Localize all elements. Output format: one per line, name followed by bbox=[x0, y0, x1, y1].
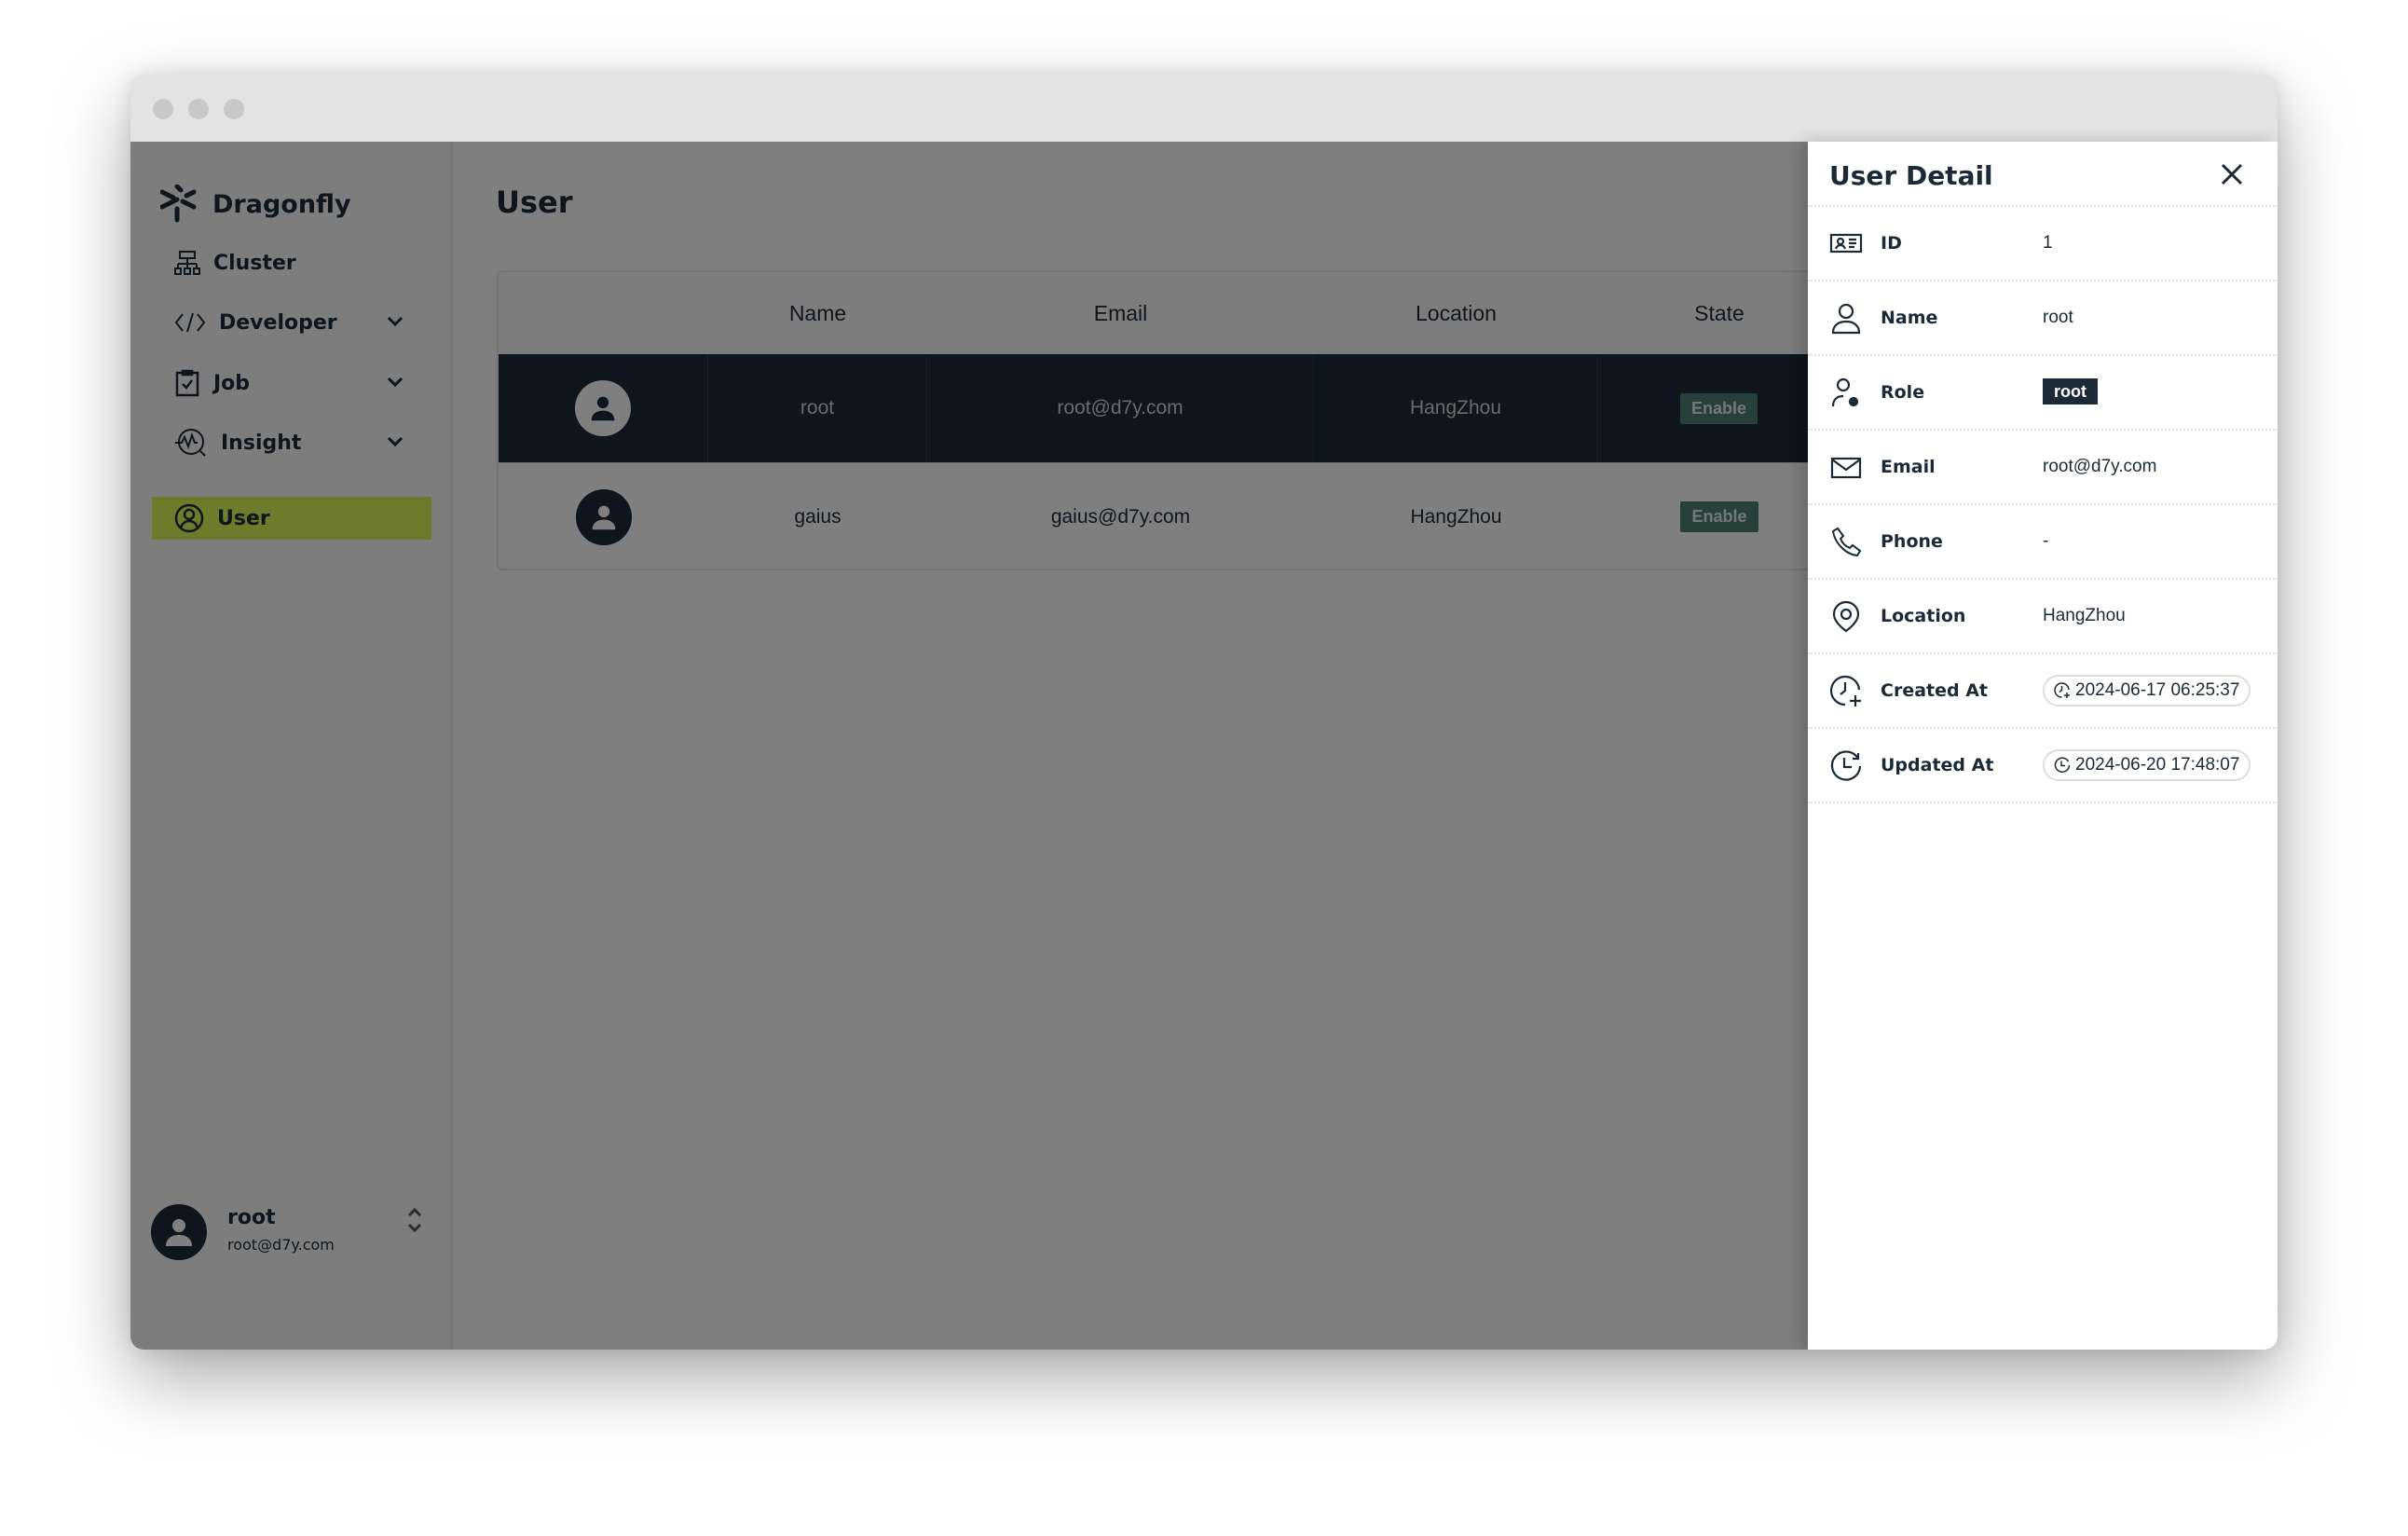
clock-refresh-icon bbox=[2054, 757, 2071, 773]
field-created-at: Created At 2024-06-17 06:25:37 bbox=[1808, 654, 2278, 729]
mail-icon bbox=[1830, 457, 1862, 479]
clock-plus-icon bbox=[1829, 675, 1861, 706]
user-detail-drawer: User Detail ID 1 Name root Role root Ema… bbox=[1808, 142, 2278, 1350]
field-id: ID 1 bbox=[1808, 207, 2278, 281]
field-value: root bbox=[2043, 308, 2073, 327]
field-label: Location bbox=[1881, 606, 1966, 626]
user-icon bbox=[1831, 303, 1861, 335]
close-icon[interactable] bbox=[2220, 162, 2244, 186]
field-location: Location HangZhou bbox=[1808, 580, 2278, 654]
user-gear-icon bbox=[1831, 377, 1859, 407]
field-name: Name root bbox=[1808, 281, 2278, 356]
field-label: Name bbox=[1881, 308, 1938, 328]
field-email: Email root@d7y.com bbox=[1808, 431, 2278, 505]
maximize-window-button[interactable] bbox=[224, 99, 244, 119]
created-at-value: 2024-06-17 06:25:37 bbox=[2075, 680, 2240, 700]
id-card-icon bbox=[1829, 233, 1863, 254]
field-value: - bbox=[2043, 531, 2049, 551]
clock-plus-icon bbox=[2054, 682, 2070, 698]
field-label: Role bbox=[1881, 382, 1925, 403]
field-phone: Phone - bbox=[1808, 505, 2278, 580]
location-pin-icon bbox=[1832, 600, 1860, 633]
field-label: Updated At bbox=[1881, 755, 1994, 775]
role-badge: root bbox=[2043, 378, 2098, 405]
field-value: 1 bbox=[2043, 233, 2053, 253]
drawer-title: User Detail bbox=[1829, 160, 1993, 191]
field-label: Phone bbox=[1881, 531, 1943, 552]
field-label: ID bbox=[1881, 233, 1902, 254]
field-value: root@d7y.com bbox=[2043, 457, 2157, 476]
clock-refresh-icon bbox=[1830, 750, 1862, 781]
close-window-button[interactable] bbox=[153, 99, 173, 119]
field-role: Role root bbox=[1808, 356, 2278, 431]
minimize-window-button[interactable] bbox=[188, 99, 209, 119]
field-value: HangZhou bbox=[2043, 606, 2126, 625]
field-label: Email bbox=[1881, 457, 1936, 477]
app-window: Dragonfly Cluster Developer Job Insight … bbox=[130, 75, 2278, 1350]
updated-at-value: 2024-06-20 17:48:07 bbox=[2075, 755, 2240, 775]
title-bar bbox=[130, 75, 2278, 142]
field-label: Created At bbox=[1881, 680, 1988, 701]
field-updated-at: Updated At 2024-06-20 17:48:07 bbox=[1808, 729, 2278, 803]
phone-icon bbox=[1831, 527, 1862, 557]
